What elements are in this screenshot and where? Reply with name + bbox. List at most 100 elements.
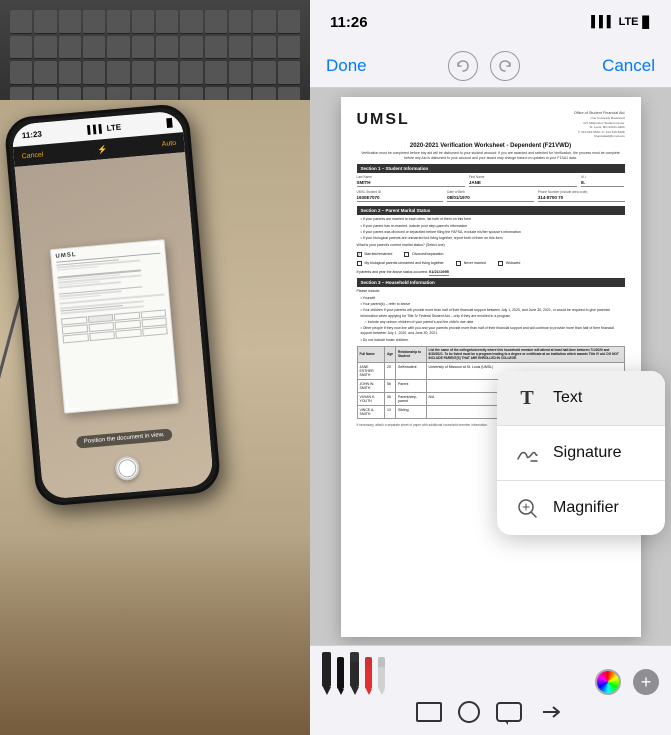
pen-tool-3[interactable] bbox=[350, 652, 359, 695]
office-address: One University Boulevard227 Millennium S… bbox=[574, 116, 625, 139]
magnifier-svg bbox=[515, 496, 539, 520]
dob-label: Date of Birth bbox=[447, 190, 534, 194]
text-icon: T bbox=[513, 384, 541, 412]
redo-button[interactable] bbox=[490, 51, 520, 81]
key bbox=[83, 61, 105, 85]
doc-subtitle: Verification must be completed before an… bbox=[357, 151, 625, 161]
key bbox=[180, 10, 202, 34]
s3-bullet-children: • Your children if your parents will pro… bbox=[357, 308, 625, 319]
s3-bullet-parents: • Your parent(s) – refer to above bbox=[357, 302, 625, 307]
key bbox=[205, 61, 227, 85]
key bbox=[156, 36, 178, 60]
pen-tool-4[interactable] bbox=[365, 657, 372, 695]
table-header: Full Name Age Relationship to Student Li… bbox=[357, 346, 624, 362]
marital-divorced: Divorced/separation bbox=[404, 252, 443, 257]
s3-bullet-others: • Other people if they now live with you… bbox=[357, 326, 625, 337]
marital-date-value: 01/21/1995 bbox=[429, 269, 449, 276]
pen-cap-5 bbox=[378, 657, 385, 667]
col-name: Full Name bbox=[357, 346, 385, 362]
key bbox=[278, 36, 300, 60]
pen-barrel-4 bbox=[365, 667, 372, 689]
arrow-tool[interactable] bbox=[538, 702, 566, 722]
pen-tool-5[interactable] bbox=[378, 657, 385, 695]
markup-panel: 11:26 ▌▌▌ LTE ▊ Done Cancel bbox=[310, 0, 671, 735]
key bbox=[107, 61, 129, 85]
status-time: 11:26 bbox=[330, 14, 368, 31]
marital-question: What is your parent's current marital st… bbox=[357, 243, 625, 248]
phone-signal: ▌▌▌ LTE bbox=[87, 122, 121, 134]
never-married-label: Never married bbox=[464, 261, 486, 265]
add-tool-button[interactable]: + bbox=[633, 669, 659, 695]
arrow-icon bbox=[541, 704, 563, 720]
corner-br bbox=[163, 388, 176, 401]
key bbox=[59, 10, 81, 34]
first-name-label: First Name bbox=[469, 175, 577, 179]
popup-menu: T Text Signature bbox=[497, 371, 665, 535]
student-id-value: 1930E7070 bbox=[357, 195, 444, 202]
color-wheel-button[interactable] bbox=[595, 669, 621, 695]
keyboard-keys bbox=[10, 10, 300, 110]
key bbox=[205, 10, 227, 34]
undo-button[interactable] bbox=[448, 51, 478, 81]
row3-name: VIVIAN K. YOUTH bbox=[357, 392, 385, 405]
rectangle-tool[interactable] bbox=[416, 702, 442, 722]
student-id-field: UMSL Student ID 1930E7070 bbox=[357, 190, 444, 202]
bottom-toolbar: + bbox=[310, 645, 671, 735]
pen-barrel-2 bbox=[337, 667, 344, 689]
ios-status-bar: 11:26 ▌▌▌ LTE ▊ bbox=[310, 0, 671, 44]
document-view: UMSL Office of Student Financial Aid One… bbox=[310, 88, 671, 645]
never-married-checkbox bbox=[456, 261, 461, 266]
mi-value: E. bbox=[581, 180, 624, 187]
key bbox=[34, 61, 56, 85]
first-name-field: First Name JANE bbox=[469, 175, 577, 187]
student-id-label: UMSL Student ID bbox=[357, 190, 444, 194]
popup-magnifier-item[interactable]: Magnifier bbox=[497, 481, 665, 535]
pen-tool-2[interactable] bbox=[337, 657, 344, 695]
section2-bullet-3: • If your parent was divorced or separat… bbox=[357, 230, 625, 235]
text-label: Text bbox=[553, 389, 582, 407]
pen-tool-1[interactable] bbox=[322, 652, 331, 695]
bio-parents-checkbox bbox=[357, 261, 362, 266]
signal-icon: ▌▌▌ bbox=[591, 16, 614, 28]
phone-label: Phone Number (include area code) bbox=[538, 190, 625, 194]
cancel-button[interactable]: Cancel bbox=[602, 56, 655, 76]
pen-tip-5 bbox=[379, 689, 385, 695]
circle-tool[interactable] bbox=[458, 701, 480, 723]
doc-title: 2020-2021 Verification Worksheet - Depen… bbox=[357, 143, 625, 149]
marital-date-field: If parents and year the above status occ… bbox=[357, 269, 625, 274]
undo-icon bbox=[456, 59, 470, 73]
marital-date-row: If parents and year the above status occ… bbox=[357, 269, 625, 274]
markup-topbar-icons bbox=[448, 51, 520, 81]
section2-bullet-4: • If your biological parents are unmarri… bbox=[357, 236, 625, 241]
key bbox=[34, 36, 56, 60]
key bbox=[132, 36, 154, 60]
row1-name: JANE ESTHER SMITH bbox=[357, 362, 385, 379]
dob-field: Date of Birth 08/01/1970 bbox=[447, 190, 534, 202]
key bbox=[180, 61, 202, 85]
key bbox=[229, 10, 251, 34]
row3-age: 56 bbox=[385, 392, 396, 405]
last-name-field: Last Name SMITH bbox=[357, 175, 465, 187]
speech-bubble-tool[interactable] bbox=[496, 702, 522, 722]
id-fields-row: UMSL Student ID 1930E7070 Date of Birth … bbox=[357, 190, 625, 202]
shutter-inner bbox=[117, 459, 137, 479]
marital-never-married: Never married bbox=[456, 261, 486, 266]
section2-header: Section 2 – Parent Marital Status bbox=[357, 206, 625, 215]
pen-cap-1 bbox=[322, 652, 331, 662]
camera-panel: 11:23 ▌▌▌ LTE █ Cancel ⚡ Auto UMSL bbox=[0, 0, 310, 735]
popup-signature-item[interactable]: Signature bbox=[497, 426, 665, 481]
popup-text-item[interactable]: T Text bbox=[497, 371, 665, 426]
key bbox=[34, 10, 56, 34]
name-fields-row: Last Name SMITH First Name JANE M.I. E. bbox=[357, 175, 625, 187]
done-button[interactable]: Done bbox=[326, 56, 367, 76]
document: UMSL Office of Student Financial Aid One… bbox=[341, 97, 641, 637]
status-icons: ▌▌▌ LTE ▊ bbox=[591, 16, 651, 29]
scanner-cancel-button[interactable]: Cancel bbox=[21, 151, 43, 160]
shape-tools-row bbox=[310, 701, 671, 723]
s3-bullet-unborn: ○ Include any unborn children of your pa… bbox=[357, 320, 625, 325]
doc-office-info: Office of Student Financial Aid One Univ… bbox=[574, 111, 625, 139]
pen-tip-3 bbox=[351, 687, 359, 695]
key bbox=[156, 61, 178, 85]
shutter-button[interactable] bbox=[114, 455, 140, 481]
key bbox=[278, 10, 300, 34]
